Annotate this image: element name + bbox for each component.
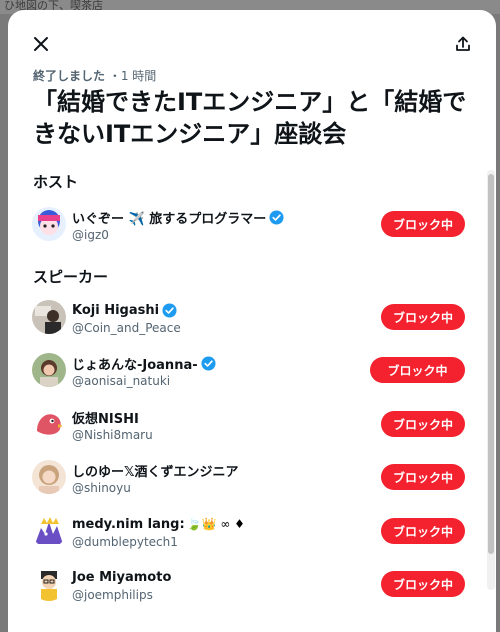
- avatar: [32, 300, 66, 334]
- speaker-row[interactable]: Koji Higashi @Coin_and_Peace ブロック中: [32, 298, 465, 348]
- avatar: [32, 207, 66, 241]
- avatar: [32, 353, 66, 387]
- blocked-button[interactable]: ブロック中: [381, 464, 465, 490]
- speakers-heading: スピーカー: [33, 268, 109, 286]
- hosts-heading: ホスト: [33, 173, 79, 191]
- blocked-button[interactable]: ブロック中: [381, 411, 465, 437]
- user-handle: @aonisai_natuki: [72, 374, 171, 388]
- user-name: しのゆー𝕏酒くずエンジニア: [72, 464, 239, 480]
- space-title: 「結婚できたITエンジニア」と「結婚できないITエンジニア」座談会: [33, 88, 467, 148]
- user-handle: @shinoyu: [72, 481, 131, 495]
- status-duration: ・1 時間: [108, 69, 157, 83]
- verified-badge-icon: [201, 355, 216, 371]
- scrollbar[interactable]: [487, 170, 495, 590]
- host-row[interactable]: いぐぞー ✈️ 旅するプログラマー @igz0 ブロック中: [32, 205, 465, 255]
- close-button[interactable]: [25, 28, 57, 60]
- verified-badge-icon: [162, 302, 177, 318]
- speaker-row[interactable]: 仮想NISHI @Nishi8maru ブロック中: [32, 405, 465, 455]
- close-icon: [34, 37, 48, 51]
- speaker-row[interactable]: Joe Miyamoto @joemphilips ブロック中: [32, 565, 465, 615]
- scrollbar-thumb[interactable]: [488, 174, 494, 554]
- user-name: medy.nim lang:: [72, 516, 185, 532]
- user-name: Joe Miyamoto: [72, 569, 172, 585]
- user-name: いぐぞー ✈️ 旅するプログラマー: [72, 211, 267, 227]
- user-handle: @joemphilips: [72, 588, 153, 602]
- avatar: [32, 407, 66, 441]
- status-ended: 終了しました: [33, 69, 106, 83]
- space-details-modal: 終了しました ・1 時間 「結婚できたITエンジニア」と「結婚できないITエンジ…: [8, 10, 496, 632]
- speaker-row[interactable]: じょあんな-Joanna- @aonisai_natuki ブロック中: [32, 351, 465, 401]
- blocked-button[interactable]: ブロック中: [381, 304, 465, 330]
- blocked-button[interactable]: ブロック中: [381, 518, 465, 544]
- user-handle: @igz0: [72, 228, 109, 242]
- name-emoji: 🍃👑 ∞ ♦: [186, 517, 245, 531]
- verified-badge-icon: [269, 209, 284, 225]
- avatar: [32, 460, 66, 494]
- avatar: [32, 514, 66, 548]
- blocked-button[interactable]: ブロック中: [381, 211, 465, 237]
- avatar: [32, 567, 66, 601]
- speaker-row[interactable]: しのゆー𝕏酒くずエンジニア @shinoyu ブロック中: [32, 458, 465, 508]
- user-handle: @Nishi8maru: [72, 428, 153, 442]
- user-name: Koji Higashi: [72, 302, 160, 318]
- share-icon: [456, 36, 470, 51]
- speaker-row[interactable]: medy.nim lang: 🍃👑 ∞ ♦ @dumblepytech1 ブロッ…: [32, 512, 465, 562]
- user-handle: @Coin_and_Peace: [72, 321, 181, 335]
- user-name: じょあんな-Joanna-: [72, 357, 198, 373]
- user-handle: @dumblepytech1: [72, 535, 178, 549]
- user-name: 仮想NISHI: [72, 411, 139, 427]
- blocked-button[interactable]: ブロック中: [370, 357, 465, 383]
- space-status: 終了しました ・1 時間: [33, 67, 156, 84]
- blocked-button[interactable]: ブロック中: [381, 571, 465, 597]
- share-button[interactable]: [447, 28, 479, 60]
